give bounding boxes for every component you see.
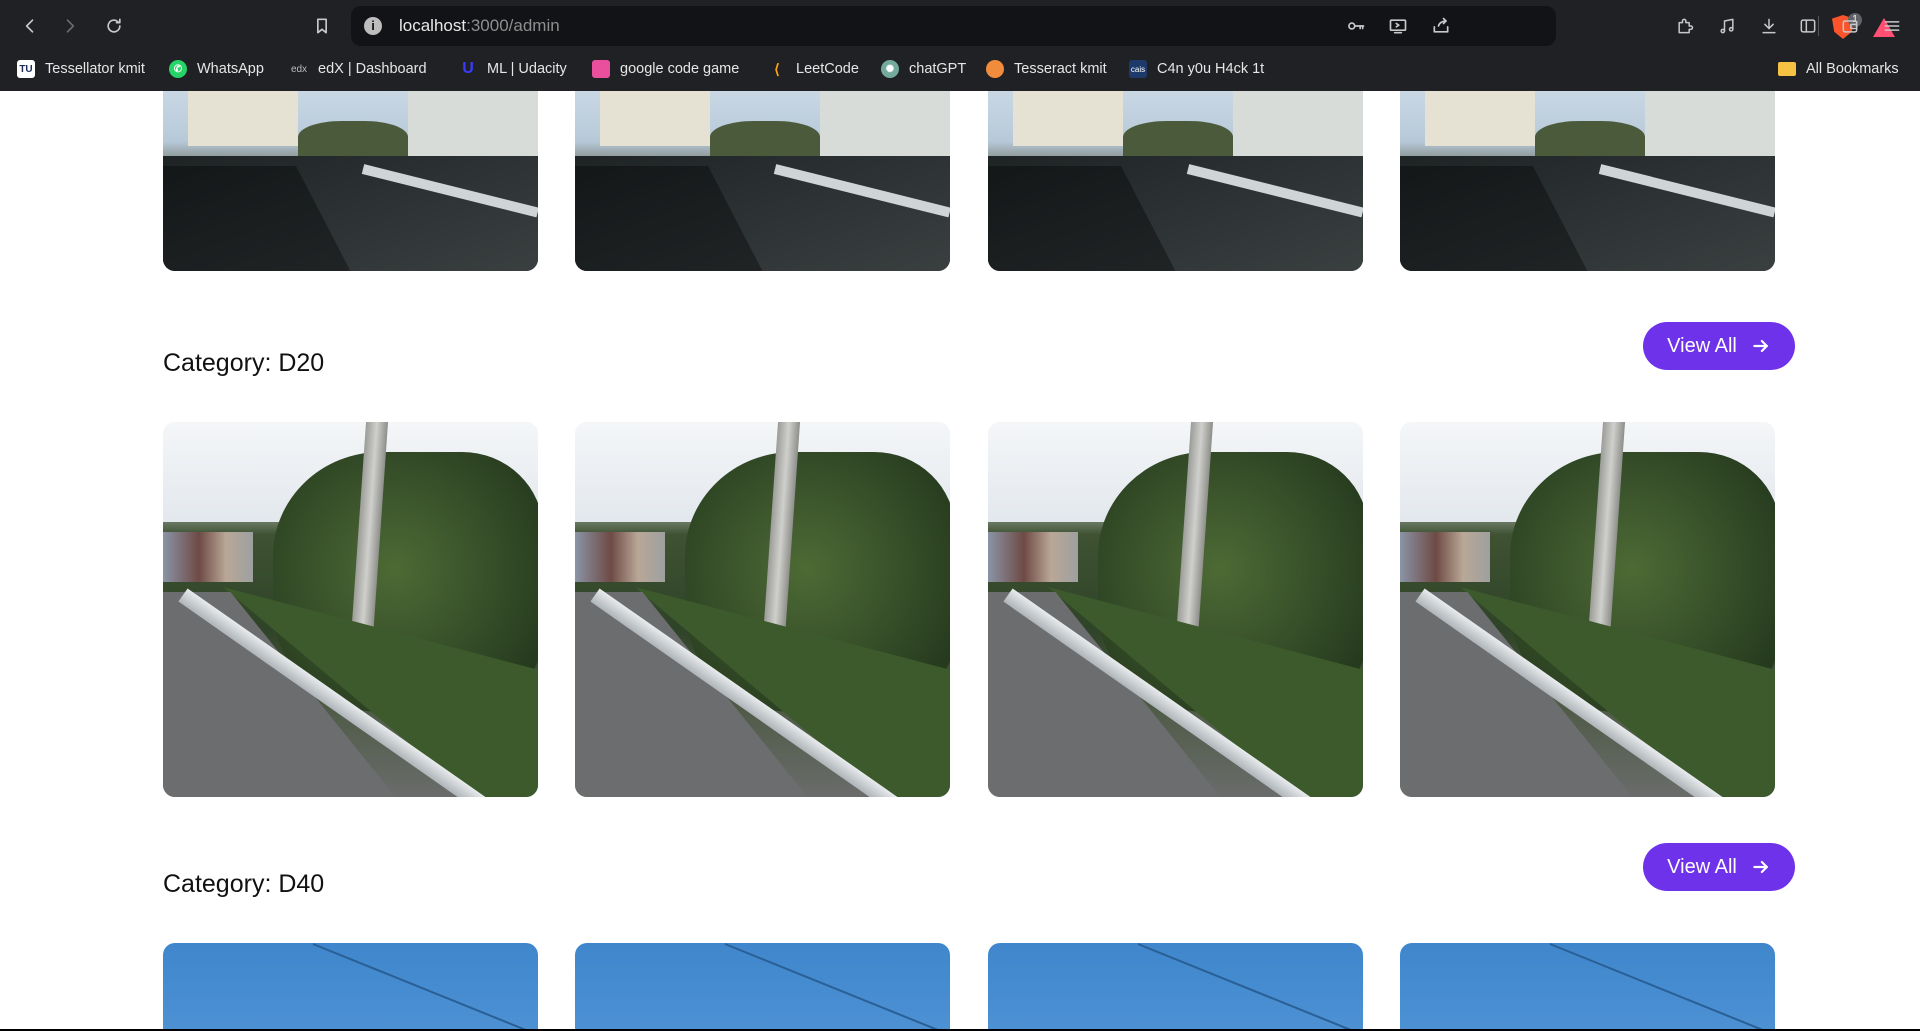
bookmark-tessellator[interactable]: TU Tessellator kmit — [17, 57, 145, 81]
category-image[interactable] — [1400, 422, 1775, 797]
wallet-button[interactable] — [1838, 14, 1862, 38]
bookmark-leetcode[interactable]: ⟨ LeetCode — [768, 57, 859, 81]
reload-button[interactable] — [100, 12, 128, 40]
view-all-button[interactable]: View All — [1643, 843, 1795, 891]
category-image[interactable] — [575, 91, 950, 271]
sidebar-icon — [1800, 19, 1816, 33]
bookmark-label: Tessellator kmit — [45, 61, 145, 77]
category-image[interactable] — [988, 91, 1363, 271]
bookmark-page-button[interactable] — [308, 12, 336, 40]
cast-icon — [1389, 19, 1407, 34]
password-key-button[interactable] — [1344, 15, 1368, 37]
category-image[interactable] — [163, 422, 538, 797]
edx-icon: edx — [290, 63, 308, 75]
admin-page: Category: D20 View All Category: D40 Vie… — [0, 91, 1920, 1029]
chevron-left-icon — [25, 19, 34, 33]
browser-chrome: i localhost:3000/admin 1 TU Tessellator … — [0, 0, 1920, 91]
category-image[interactable] — [1400, 91, 1775, 271]
udacity-icon: U — [462, 60, 474, 77]
bookmark-label: edX | Dashboard — [318, 61, 427, 77]
category-image[interactable] — [163, 943, 538, 1029]
media-control-button[interactable] — [1715, 14, 1739, 38]
category-title: Category: D20 — [163, 349, 325, 377]
bookmark-cais[interactable]: cais C4n y0u H4ck 1t — [1129, 57, 1264, 81]
extensions-button[interactable] — [1673, 14, 1697, 38]
download-icon — [1762, 18, 1776, 34]
bookmark-udacity[interactable]: U ML | Udacity — [459, 57, 567, 81]
arrow-right-icon — [1753, 860, 1768, 874]
view-all-button[interactable]: View All — [1643, 322, 1795, 370]
bookmark-label: chatGPT — [909, 61, 967, 77]
category-title: Category: D40 — [163, 870, 325, 898]
category-image[interactable] — [988, 422, 1363, 797]
bookmark-chatgpt[interactable]: ✺ chatGPT — [881, 57, 966, 81]
url-host: localhost — [399, 16, 467, 35]
bookmark-label: All Bookmarks — [1806, 61, 1899, 77]
code-game-icon — [592, 60, 610, 78]
music-note-icon — [1720, 18, 1734, 34]
key-icon — [1348, 22, 1365, 30]
downloads-button[interactable] — [1757, 14, 1781, 38]
bookmark-label: LeetCode — [796, 61, 859, 77]
browser-toolbar: i localhost:3000/admin 1 — [0, 0, 1920, 52]
main-menu-button[interactable] — [1880, 14, 1904, 38]
chatgpt-icon: ✺ — [881, 60, 899, 78]
chevron-right-icon — [66, 19, 75, 33]
category-image[interactable] — [163, 91, 538, 271]
bookmark-label: C4n y0u H4ck 1t — [1157, 61, 1265, 77]
cais-icon: cais — [1129, 60, 1147, 78]
arrow-right-icon — [1753, 339, 1768, 353]
bookmark-label: google code game — [620, 61, 740, 77]
category-image[interactable] — [988, 943, 1363, 1029]
reload-icon — [107, 18, 121, 33]
bookmark-icon — [317, 18, 327, 34]
category-image[interactable] — [575, 943, 950, 1029]
view-all-label: View All — [1667, 334, 1737, 357]
leetcode-icon: ⟨ — [774, 60, 780, 77]
bookmarks-bar: TU Tessellator kmit ✆ WhatsApp edx edX |… — [0, 54, 1920, 84]
back-button[interactable] — [16, 12, 44, 40]
site-info-icon[interactable]: i — [364, 17, 382, 35]
bookmark-google-code-game[interactable]: google code game — [592, 57, 739, 81]
bookmark-label: Tesseract kmit — [1014, 61, 1107, 77]
sidebar-toggle-button[interactable] — [1796, 14, 1820, 38]
tesseract-icon — [986, 60, 1004, 78]
url-path: :3000/admin — [466, 16, 560, 35]
tu-logo-icon: TU — [17, 60, 35, 78]
bookmark-all-bookmarks[interactable]: All Bookmarks — [1778, 57, 1899, 81]
url-text[interactable]: localhost:3000/admin — [399, 16, 560, 36]
forward-button[interactable] — [56, 12, 84, 40]
share-button[interactable] — [1429, 15, 1453, 37]
bookmark-label: WhatsApp — [197, 61, 264, 77]
share-icon — [1433, 17, 1449, 33]
bookmark-whatsapp[interactable]: ✆ WhatsApp — [169, 57, 264, 81]
wallet-icon — [1842, 20, 1858, 33]
view-all-label: View All — [1667, 855, 1737, 878]
bookmark-tesseract[interactable]: Tesseract kmit — [986, 57, 1107, 81]
hamburger-menu-icon — [1884, 21, 1900, 31]
folder-icon — [1778, 62, 1796, 76]
puzzle-icon — [1678, 18, 1694, 34]
bookmark-edx[interactable]: edx edX | Dashboard — [290, 57, 427, 81]
address-bar[interactable]: i localhost:3000/admin 1 — [351, 6, 1895, 46]
category-image[interactable] — [1400, 943, 1775, 1029]
cast-button[interactable] — [1386, 15, 1410, 37]
category-image[interactable] — [575, 422, 950, 797]
bookmark-label: ML | Udacity — [487, 61, 567, 77]
whatsapp-icon: ✆ — [169, 60, 187, 78]
